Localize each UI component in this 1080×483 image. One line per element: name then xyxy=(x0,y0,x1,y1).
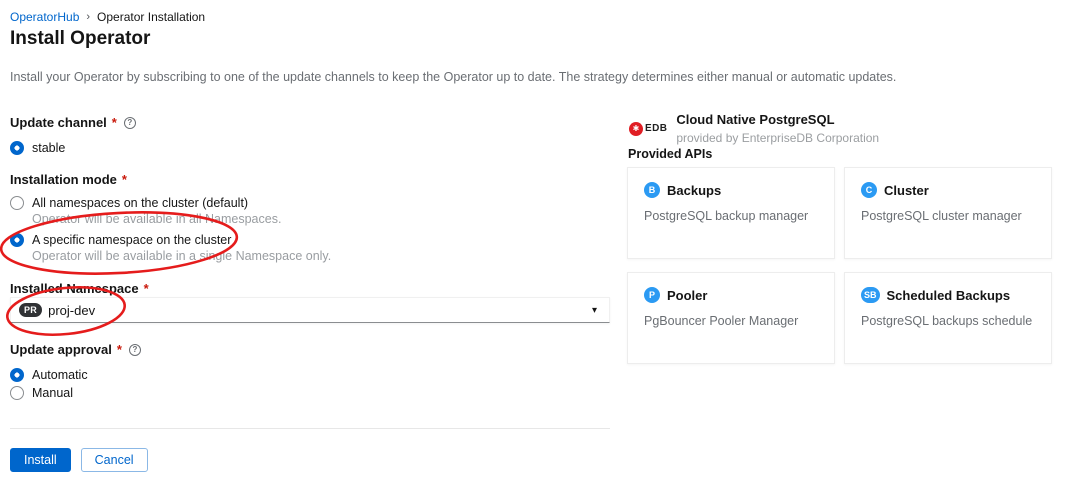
radio-all-namespaces-label: All namespaces on the cluster (default) xyxy=(32,196,248,210)
provided-apis-heading: Provided APIs xyxy=(628,147,712,161)
api-name: Backups xyxy=(667,183,721,198)
page-title: Install Operator xyxy=(10,28,150,50)
api-name: Pooler xyxy=(667,288,707,303)
operator-provider: provided by EnterpriseDB Corporation xyxy=(676,131,879,145)
radio-all-namespaces-help: Operator will be available in all Namesp… xyxy=(32,212,281,226)
help-icon[interactable]: ? xyxy=(124,117,136,129)
operator-header: ✱ EDB Cloud Native PostgreSQL provided b… xyxy=(629,112,879,145)
api-description: PostgreSQL backup manager xyxy=(644,209,818,223)
installation-mode-label: Installation mode * xyxy=(10,172,127,187)
api-name: Cluster xyxy=(884,183,929,198)
radio-automatic[interactable] xyxy=(10,368,24,382)
radio-specific-namespace[interactable] xyxy=(10,233,24,247)
api-card-cluster: C Cluster PostgreSQL cluster manager xyxy=(844,167,1052,259)
radio-specific-namespace-help: Operator will be available in a single N… xyxy=(32,249,331,263)
installed-namespace-value: proj-dev xyxy=(48,303,95,318)
radio-manual[interactable] xyxy=(10,386,24,400)
edb-logo-text: EDB xyxy=(645,123,667,134)
update-approval-label: Update approval * ? xyxy=(10,342,141,357)
page-description: Install your Operator by subscribing to … xyxy=(10,70,896,84)
breadcrumb-separator-icon: › xyxy=(86,11,90,23)
api-description: PgBouncer Pooler Manager xyxy=(644,314,818,328)
install-operator-page: OperatorHub › Operator Installation Inst… xyxy=(0,0,1080,483)
backups-abbr-icon: B xyxy=(644,182,660,198)
form-divider xyxy=(10,428,610,429)
installed-namespace-label: Installed Namespace * xyxy=(10,281,149,296)
cancel-button[interactable]: Cancel xyxy=(81,448,148,472)
update-approval-label-text: Update approval xyxy=(10,342,112,357)
radio-all-namespaces[interactable] xyxy=(10,196,24,210)
radio-stable-label: stable xyxy=(32,141,65,155)
installed-namespace-label-text: Installed Namespace xyxy=(10,281,139,296)
radio-stable[interactable] xyxy=(10,141,24,155)
api-card-backups: B Backups PostgreSQL backup manager xyxy=(627,167,835,259)
installed-namespace-select[interactable]: PR proj-dev ▾ xyxy=(10,297,610,323)
api-description: PostgreSQL cluster manager xyxy=(861,209,1035,223)
pooler-abbr-icon: P xyxy=(644,287,660,303)
edb-logo: ✱ EDB xyxy=(629,122,667,136)
project-badge: PR xyxy=(19,303,42,317)
update-channel-label: Update channel * ? xyxy=(10,115,136,130)
update-channel-option-stable[interactable]: stable xyxy=(10,141,65,155)
edb-logo-icon: ✱ xyxy=(629,122,643,136)
update-approval-option-manual[interactable]: Manual xyxy=(10,386,73,400)
api-card-scheduled-backups: SB Scheduled Backups PostgreSQL backups … xyxy=(844,272,1052,364)
required-asterisk: * xyxy=(144,281,149,296)
form-actions: Install Cancel xyxy=(10,448,148,472)
radio-manual-label: Manual xyxy=(32,386,73,400)
api-card-pooler: P Pooler PgBouncer Pooler Manager xyxy=(627,272,835,364)
api-name: Scheduled Backups xyxy=(887,288,1011,303)
installation-mode-option-all-namespaces[interactable]: All namespaces on the cluster (default) … xyxy=(10,196,281,226)
update-approval-option-automatic[interactable]: Automatic xyxy=(10,368,88,382)
radio-automatic-label: Automatic xyxy=(32,368,88,382)
help-icon[interactable]: ? xyxy=(129,344,141,356)
operator-name: Cloud Native PostgreSQL xyxy=(676,112,879,127)
cluster-abbr-icon: C xyxy=(861,182,877,198)
breadcrumb-link-operatorhub[interactable]: OperatorHub xyxy=(10,10,79,24)
update-channel-label-text: Update channel xyxy=(10,115,107,130)
installation-mode-label-text: Installation mode xyxy=(10,172,117,187)
install-button[interactable]: Install xyxy=(10,448,71,472)
radio-specific-namespace-label: A specific namespace on the cluster xyxy=(32,233,231,247)
api-description: PostgreSQL backups schedule xyxy=(861,314,1035,328)
required-asterisk: * xyxy=(122,172,127,187)
scheduled-backups-abbr-icon: SB xyxy=(861,287,880,303)
breadcrumb: OperatorHub › Operator Installation xyxy=(10,10,205,24)
breadcrumb-current: Operator Installation xyxy=(97,10,205,24)
installation-mode-option-specific-namespace[interactable]: A specific namespace on the cluster Oper… xyxy=(10,233,331,263)
required-asterisk: * xyxy=(117,342,122,357)
provided-apis-grid: B Backups PostgreSQL backup manager C Cl… xyxy=(627,167,1052,364)
required-asterisk: * xyxy=(112,115,117,130)
chevron-down-icon: ▾ xyxy=(592,305,597,316)
